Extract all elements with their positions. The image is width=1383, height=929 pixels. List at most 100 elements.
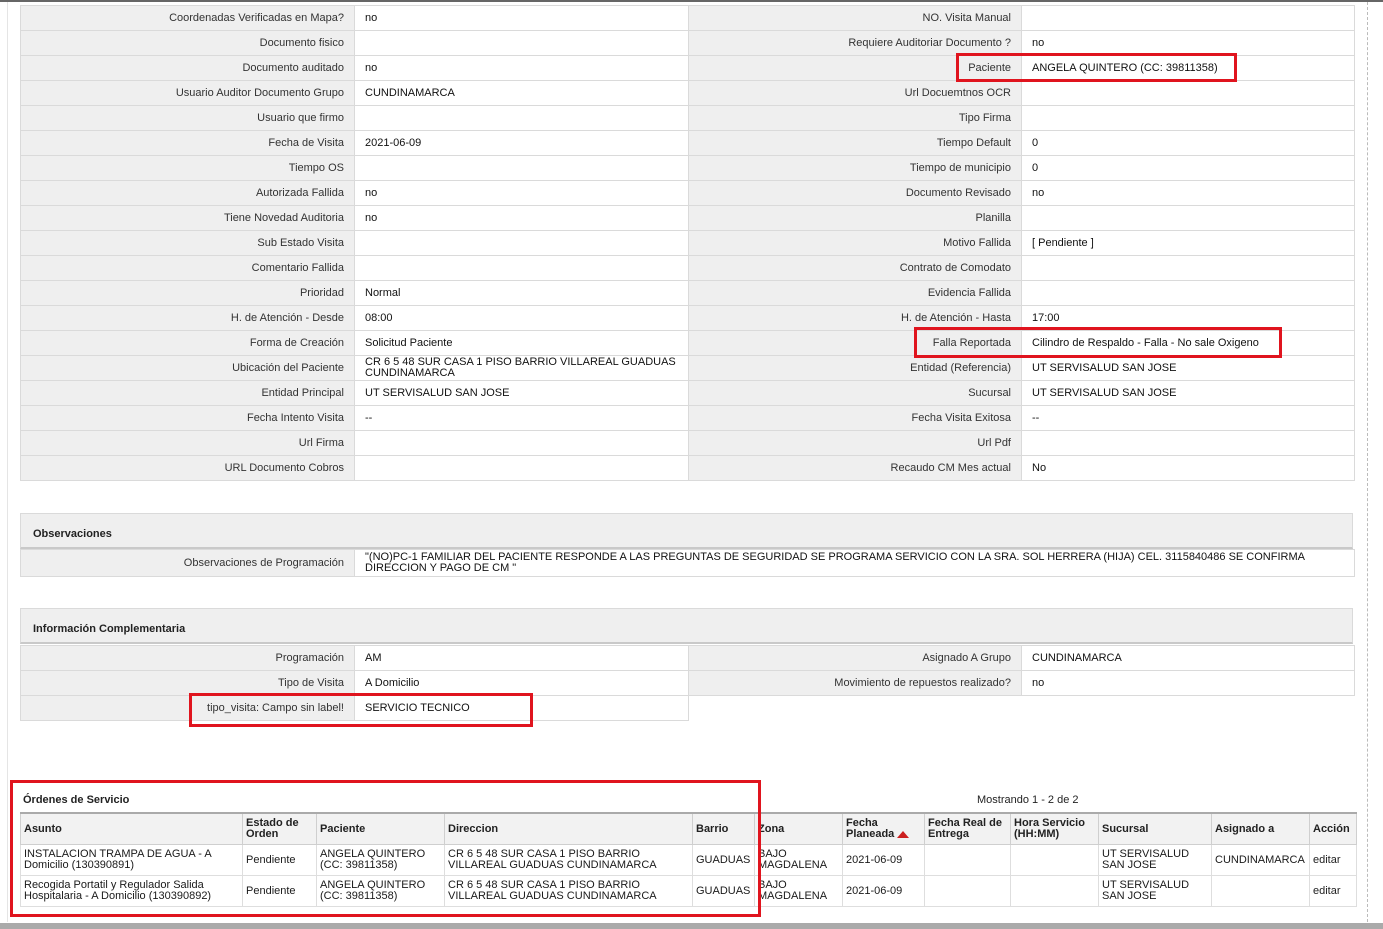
field-value-tiene-novedad-auditoria: no — [354, 205, 689, 231]
detail-row: H. de Atención - Desde 08:00 H. de Atenció… — [20, 305, 1355, 331]
column-header-sucursal[interactable]: Sucursal — [1098, 812, 1212, 845]
column-header-hora-servicio-hh-mm[interactable]: Hora Servicio (HH:MM) — [1010, 812, 1099, 845]
column-header-label: Paciente — [320, 822, 366, 835]
field-value-documento-revisado: no — [1021, 180, 1355, 206]
field-value-entidad-principal: UT SERVISALUD SAN JOSE — [354, 380, 689, 406]
column-header-asignado-a[interactable]: Asignado a — [1211, 812, 1310, 845]
field-value-evidencia-fallida — [1021, 280, 1355, 306]
field-label-usuario-auditor-documento-grupo: Usuario Auditor Documento Grupo — [20, 80, 355, 106]
detail-row: Documento auditado no Paciente ANGELA QUINT… — [20, 55, 1355, 81]
field-value-coordenadas-verificadas-en-mapa: no — [354, 5, 689, 31]
field-value-tiempo-os — [354, 155, 689, 181]
field-label-usuario-que-firmo: Usuario que firmo — [20, 105, 355, 131]
column-header-label: Asignado a — [1215, 822, 1275, 835]
observaciones-label: Observaciones de Programación — [20, 549, 355, 577]
field-label-forma-de-creacion: Forma de Creación — [20, 330, 355, 356]
field-value-fecha-intento-visita: -- — [354, 405, 689, 431]
detail-row: Usuario Auditor Documento Grupo CUNDINAMA… — [20, 80, 1355, 106]
field-value-documento-fisico — [354, 30, 689, 56]
field-label-tiempo-os: Tiempo OS — [20, 155, 355, 181]
field-label-tipo-visita-campo-sin-label: tipo_visita: Campo sin label! — [20, 695, 355, 721]
field-label-h-de-atencion-hasta: H. de Atención - Hasta — [688, 305, 1022, 331]
field-label-documento-fisico: Documento fisico — [20, 30, 355, 56]
field-value-recaudo-cm-mes-actual: No — [1021, 455, 1355, 481]
field-value-no-visita-manual — [1021, 5, 1355, 31]
field-label-contrato-de-comodato: Contrato de Comodato — [688, 255, 1022, 281]
field-label-url-documento-cobros: URL Documento Cobros — [20, 455, 355, 481]
column-header-label: Hora Servicio (HH:MM) — [1014, 817, 1085, 840]
order-cell-barrio: GUADUAS — [692, 875, 755, 907]
field-value-comentario-fallida — [354, 255, 689, 281]
ordenes-pagination-text: Mostrando 1 - 2 de 2 — [977, 794, 1079, 806]
column-header-estado-de-orden[interactable]: Estado de Orden — [242, 812, 317, 845]
field-value-h-de-atencion-desde: 08:00 — [354, 305, 689, 331]
observaciones-header: Observaciones — [20, 513, 1353, 549]
field-value-ubicacion-del-paciente: CR 6 5 48 SUR CASA 1 PISO BARRIO VILLARE… — [354, 355, 689, 381]
field-label-url-firma: Url Firma — [20, 430, 355, 456]
info-complementaria-header: Información Complementaria — [20, 608, 1353, 644]
field-value-motivo-fallida: [ Pendiente ] — [1021, 230, 1355, 256]
field-value-url-docuemtnos-ocr — [1021, 80, 1355, 106]
field-label-url-docuemtnos-ocr: Url Docuemtnos OCR — [688, 80, 1022, 106]
edit-link[interactable]: editar — [1313, 854, 1341, 866]
field-value-tiempo-de-municipio: 0 — [1021, 155, 1355, 181]
order-cell-direccion: CR 6 5 48 SUR CASA 1 PISO BARRIO VILLARE… — [444, 844, 693, 876]
column-header-fecha-real-de-entrega[interactable]: Fecha Real de Entrega — [924, 812, 1011, 845]
edit-link[interactable]: editar — [1313, 885, 1341, 897]
bottom-scroll-bar[interactable] — [0, 923, 1383, 929]
info-row: Tipo de Visita A Domicilio Movimiento de r… — [20, 670, 1355, 696]
column-header-direccion[interactable]: Direccion — [444, 812, 693, 845]
field-label-url-pdf: Url Pdf — [688, 430, 1022, 456]
field-value-tipo-firma — [1021, 105, 1355, 131]
field-value-contrato-de-comodato — [1021, 255, 1355, 281]
info-complementaria-body: Programación AM Asignado A Grupo CUNDINAMAR… — [20, 645, 1355, 721]
field-value-asignado-a-grupo: CUNDINAMARCA — [1021, 645, 1355, 671]
column-header-barrio[interactable]: Barrio — [692, 812, 755, 845]
field-value-requiere-auditoriar-documento: no — [1021, 30, 1355, 56]
field-value-programacion: AM — [354, 645, 689, 671]
column-header-label: Asunto — [24, 822, 62, 835]
field-label-comentario-fallida: Comentario Fallida — [20, 255, 355, 281]
field-label-fecha-de-visita: Fecha de Visita — [20, 130, 355, 156]
detail-row: Entidad Principal UT SERVISALUD SAN JOSE S… — [20, 380, 1355, 406]
order-cell-paciente: ANGELA QUINTERO (CC: 39811358) — [316, 844, 445, 876]
field-value-forma-de-creacion: Solicitud Paciente — [354, 330, 689, 356]
field-value-url-firma — [354, 430, 689, 456]
field-label-documento-auditado: Documento auditado — [20, 55, 355, 81]
field-label-entidad-principal: Entidad Principal — [20, 380, 355, 406]
order-cell-direccion: CR 6 5 48 SUR CASA 1 PISO BARRIO VILLARE… — [444, 875, 693, 907]
column-header-zona[interactable]: Zona — [754, 812, 843, 845]
field-label-fecha-intento-visita: Fecha Intento Visita — [20, 405, 355, 431]
top-border-line — [0, 0, 1383, 2]
column-header-label: Fecha Real de Entrega — [928, 817, 1002, 840]
column-header-label: Direccion — [448, 822, 499, 835]
field-label-coordenadas-verificadas-en-mapa: Coordenadas Verificadas en Mapa? — [20, 5, 355, 31]
column-header-paciente[interactable]: Paciente — [316, 812, 445, 845]
column-header-accion[interactable]: Acción — [1309, 812, 1357, 845]
sort-ascending-icon[interactable] — [897, 830, 910, 838]
column-header-label: Estado de Orden — [246, 817, 299, 840]
field-label-fecha-visita-exitosa: Fecha Visita Exitosa — [688, 405, 1022, 431]
order-cell-asunto: Recogida Portatil y Regulador Salida Hos… — [20, 875, 243, 907]
field-value-url-pdf — [1021, 430, 1355, 456]
field-label-tiempo-default: Tiempo Default — [688, 130, 1022, 156]
ordenes-header-row: Asunto Estado de Orden Paciente Direccion Ba… — [20, 812, 1357, 845]
field-label-asignado-a-grupo: Asignado A Grupo — [688, 645, 1022, 671]
column-header-label: Sucursal — [1102, 822, 1149, 835]
field-label-sucursal: Sucursal — [688, 380, 1022, 406]
column-header-asunto[interactable]: Asunto — [20, 812, 243, 845]
field-label-tipo-de-visita: Tipo de Visita — [20, 670, 355, 696]
field-value-fecha-de-visita: 2021-06-09 — [354, 130, 689, 156]
order-cell-asignado: CUNDINAMARCA — [1211, 844, 1310, 876]
detail-row: Fecha de Visita 2021-06-09 Tiempo Default 0 — [20, 130, 1355, 156]
field-label-falla-reportada: Falla Reportada — [688, 330, 1022, 356]
field-label-motivo-fallida: Motivo Fallida — [688, 230, 1022, 256]
column-header-fecha-planeada[interactable]: Fecha Planeada — [842, 812, 925, 845]
detail-row: Autorizada Fallida no Documento Revisado no — [20, 180, 1355, 206]
left-border-line — [7, 2, 8, 922]
field-value-sucursal: UT SERVISALUD SAN JOSE — [1021, 380, 1355, 406]
ordenes-table: Asunto Estado de Orden Paciente Direccion Ba… — [20, 812, 1357, 907]
order-cell-hora — [1010, 875, 1099, 907]
order-cell-fecha-planeada: 2021-06-09 — [842, 844, 925, 876]
field-label-tiene-novedad-auditoria: Tiene Novedad Auditoria — [20, 205, 355, 231]
